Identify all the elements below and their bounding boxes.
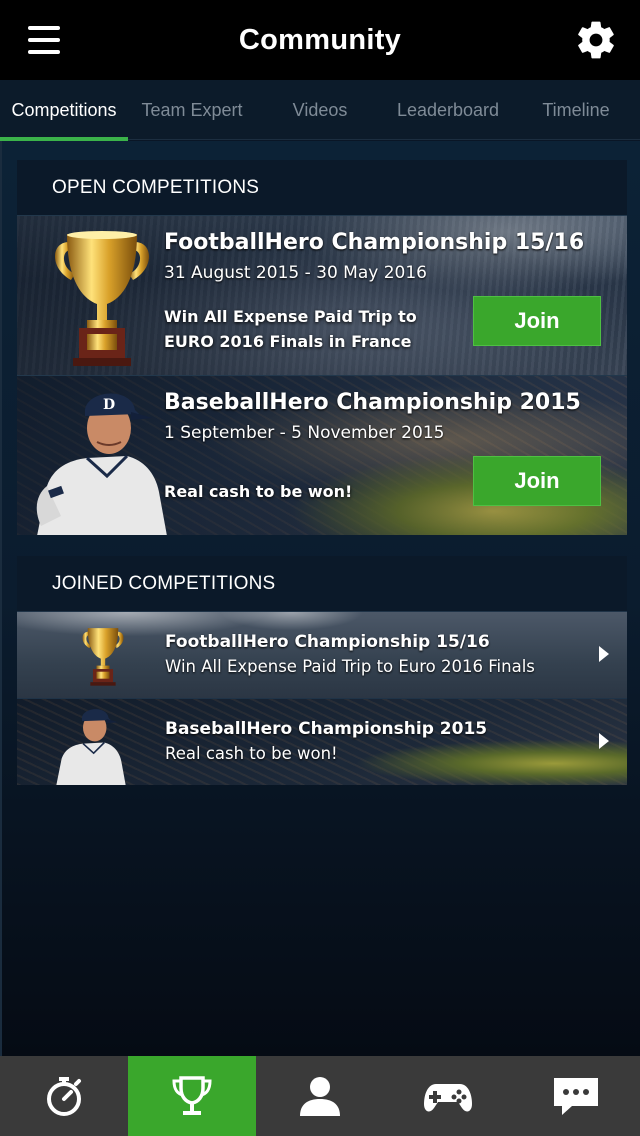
joined-competition-row-baseball[interactable]: BaseballHero Championship 2015 Real cash…	[17, 698, 627, 785]
joined-competition-title: FootballHero Championship 15/16	[165, 632, 490, 652]
svg-text:D: D	[103, 397, 115, 413]
chat-bubble-icon	[554, 1078, 598, 1115]
person-icon	[300, 1077, 340, 1116]
joined-competitions-heading: JOINED COMPETITIONS	[17, 556, 627, 611]
joined-competition-subtitle: Real cash to be won!	[165, 744, 338, 763]
baseball-player-image: D	[36, 393, 167, 535]
tab-bar: Competitions Team Expert Videos Leaderbo…	[0, 80, 640, 141]
trophy-icon	[172, 1076, 212, 1115]
competition-card-baseball[interactable]: D BaseballHero Championship 2015 1 Septe…	[17, 375, 627, 535]
competition-title: FootballHero Championship 15/16	[164, 230, 585, 255]
joined-competition-row-football[interactable]: FootballHero Championship 15/16 Win All …	[17, 611, 627, 698]
competition-title: BaseballHero Championship 2015	[164, 390, 581, 415]
bottom-nav	[0, 1056, 640, 1136]
tab-team-expert[interactable]: Team Expert	[128, 80, 256, 140]
joined-competition-subtitle: Win All Expense Paid Trip to Euro 2016 F…	[165, 657, 535, 676]
nav-stopwatch[interactable]	[0, 1056, 128, 1136]
baseball-player-image	[56, 709, 126, 785]
nav-profile[interactable]	[256, 1056, 384, 1136]
trophy-icon	[55, 231, 149, 366]
joined-competitions-panel: JOINED COMPETITIONS FootballHero Champio…	[17, 556, 627, 785]
competition-dates: 1 September - 5 November 2015	[164, 423, 445, 443]
join-button[interactable]: Join	[473, 296, 601, 346]
tab-videos[interactable]: Videos	[256, 80, 384, 140]
app-header: Community	[0, 0, 640, 80]
tab-timeline[interactable]: Timeline	[512, 80, 640, 140]
hamburger-menu-icon[interactable]	[22, 22, 66, 58]
competition-prize: Real cash to be won!	[164, 482, 353, 501]
competition-dates: 31 August 2015 - 30 May 2016	[164, 263, 427, 283]
gamepad-icon	[424, 1084, 472, 1112]
nav-competitions[interactable]	[128, 1056, 256, 1136]
nav-games[interactable]	[384, 1056, 512, 1136]
chevron-right-icon	[599, 646, 609, 662]
open-competitions-heading: OPEN COMPETITIONS	[17, 160, 627, 215]
tab-leaderboard[interactable]: Leaderboard	[384, 80, 512, 140]
trophy-icon	[82, 628, 124, 686]
joined-competition-title: BaseballHero Championship 2015	[165, 719, 488, 739]
tab-competitions[interactable]: Competitions	[0, 80, 128, 141]
competition-card-football[interactable]: FootballHero Championship 15/16 31 Augus…	[17, 215, 627, 375]
chevron-right-icon	[599, 733, 609, 749]
nav-chat[interactable]	[512, 1056, 640, 1136]
page-title: Community	[238, 23, 402, 56]
competition-prize: Win All Expense Paid Trip to EURO 2016 F…	[164, 307, 417, 351]
open-competitions-panel: OPEN COMPETITIONS FootballHero Champions…	[17, 160, 627, 535]
gear-icon[interactable]	[574, 18, 618, 62]
join-button[interactable]: Join	[473, 456, 601, 506]
stopwatch-icon	[47, 1077, 81, 1116]
content-area: OPEN COMPETITIONS FootballHero Champions…	[0, 141, 640, 1056]
